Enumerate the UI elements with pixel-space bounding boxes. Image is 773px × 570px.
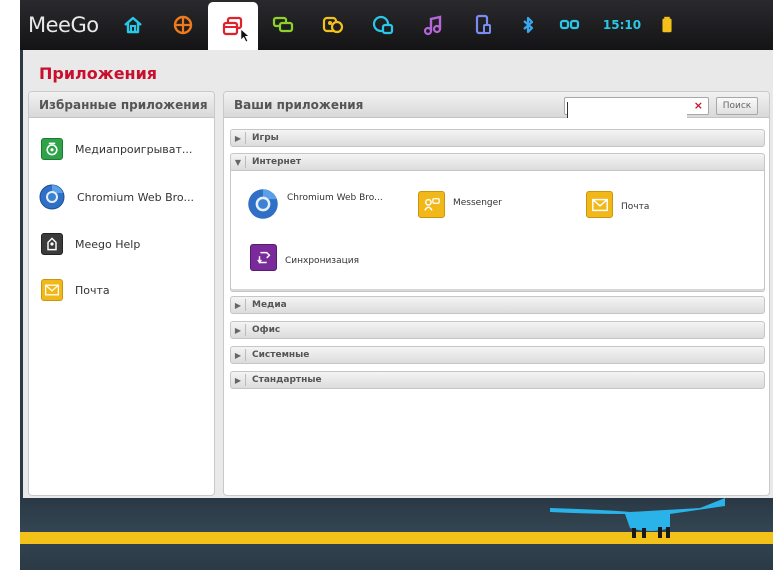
search-field[interactable]: ×: [564, 97, 709, 118]
media-player-icon: [41, 138, 63, 160]
category-label: Интернет: [252, 157, 302, 167]
app-tile[interactable]: Chromium Web Bro...: [247, 188, 383, 220]
page-title: Приложения: [39, 64, 158, 83]
bluetooth-status[interactable]: [508, 0, 548, 50]
clock[interactable]: 15:10: [592, 18, 652, 32]
your-applications-pane: Ваши приложения × Поиск ▶ Игры ▼ Интерне…: [223, 91, 770, 496]
favorites-header: Избранные приложения: [29, 92, 214, 118]
expand-arrow-icon: ▶: [234, 300, 242, 310]
collapse-arrow-icon: ▼: [234, 157, 242, 167]
search-button[interactable]: Поиск: [716, 97, 758, 115]
app-tile[interactable]: Почта: [586, 191, 649, 218]
your-applications-title: Ваши приложения: [234, 97, 364, 112]
mail-icon: [586, 191, 613, 218]
network-status[interactable]: [548, 0, 592, 50]
favorite-item[interactable]: Chromium Web Bro...: [39, 184, 194, 210]
battery-status[interactable]: [652, 15, 682, 35]
favorite-label: Meego Help: [75, 237, 141, 251]
chromium-icon: [39, 184, 65, 210]
category-internet[interactable]: ▼ Интернет: [230, 153, 765, 171]
meego-screen: MeeGo 15:10 Приложения Избранные приложе…: [20, 0, 773, 570]
device-icon: [475, 14, 491, 35]
sync-icon: [250, 244, 277, 271]
category-games[interactable]: ▶ Игры: [230, 129, 765, 147]
globe-icon: [173, 15, 193, 35]
category-label: Игры: [252, 133, 279, 143]
applications-panel: Приложения Избранные приложения Медиапро…: [23, 50, 773, 498]
clear-search-icon[interactable]: ×: [694, 99, 703, 112]
favorite-item[interactable]: Meego Help: [41, 233, 140, 255]
tab-messaging[interactable]: [258, 0, 308, 50]
mascot-figure-icon: [550, 498, 725, 538]
internet-apps-grid: Chromium Web Bro... Messenger Почта Синх…: [230, 171, 765, 292]
battery-icon: [662, 16, 672, 33]
network-icon: [559, 19, 580, 30]
status-icon: [372, 15, 394, 35]
expand-arrow-icon: ▶: [234, 350, 242, 360]
tab-music[interactable]: [408, 0, 458, 50]
tab-status[interactable]: [358, 0, 408, 50]
tab-web[interactable]: [158, 0, 208, 50]
category-office[interactable]: ▶ Офис: [230, 321, 765, 339]
category-label: Стандартные: [252, 375, 322, 385]
favorite-item[interactable]: Почта: [41, 279, 110, 301]
favorites-sidebar: Избранные приложения Медиапроигрыват... …: [28, 91, 215, 496]
category-label: Системные: [252, 350, 310, 360]
mail-icon: [41, 279, 63, 301]
meego-logo: MeeGo: [28, 13, 99, 37]
expand-arrow-icon: ▶: [234, 325, 242, 335]
tab-applications[interactable]: [208, 2, 258, 50]
category-label: Офис: [252, 325, 281, 335]
app-label: Messenger: [453, 197, 502, 208]
home-icon: [124, 16, 142, 34]
expand-arrow-icon: ▶: [234, 375, 242, 385]
chat-icon: [272, 16, 294, 33]
top-toolbar: MeeGo 15:10: [20, 0, 773, 50]
mouse-pointer-icon: [240, 28, 251, 43]
category-standard[interactable]: ▶ Стандартные: [230, 371, 765, 389]
app-tile[interactable]: Синхронизация: [250, 244, 359, 271]
bluetooth-icon: [523, 16, 534, 34]
messenger-icon: [418, 191, 445, 218]
favorite-label: Медиапроигрыват...: [75, 142, 193, 156]
app-label: Почта: [621, 201, 650, 212]
favorite-label: Chromium Web Bro...: [77, 190, 194, 204]
search-input[interactable]: [567, 102, 687, 118]
music-icon: [423, 15, 442, 36]
category-label: Медиа: [252, 300, 287, 310]
tab-home[interactable]: [108, 0, 158, 50]
chromium-icon: [247, 188, 279, 220]
category-media[interactable]: ▶ Медиа: [230, 296, 765, 314]
app-label: Chromium Web Bro...: [287, 193, 383, 203]
people-icon: [322, 16, 344, 34]
expand-arrow-icon: ▶: [234, 133, 242, 143]
favorite-item[interactable]: Медиапроигрыват...: [41, 138, 192, 160]
tab-devices[interactable]: [458, 0, 508, 50]
app-label: Синхронизация: [285, 255, 359, 266]
tab-people[interactable]: [308, 0, 358, 50]
category-system[interactable]: ▶ Системные: [230, 346, 765, 364]
help-icon: [41, 233, 63, 255]
favorite-label: Почта: [75, 283, 110, 297]
app-tile[interactable]: Messenger: [418, 191, 502, 218]
